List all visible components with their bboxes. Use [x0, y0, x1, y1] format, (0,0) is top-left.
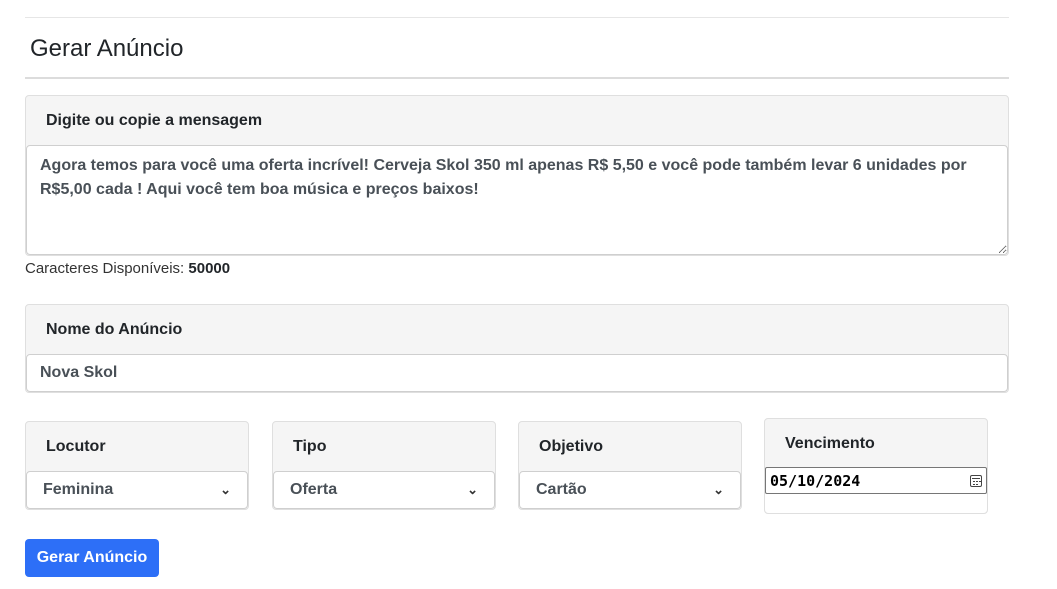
characters-available-label: Caracteres Disponíveis:	[25, 260, 185, 277]
vencimento-date-input[interactable]: 05/10/2024	[765, 467, 987, 494]
objetivo-select[interactable]: Cartão ⌄	[519, 471, 741, 509]
ad-name-header: Nome do Anúncio	[46, 321, 183, 338]
message-header: Digite ou copie a mensagem	[46, 112, 263, 129]
characters-available: Caracteres Disponíveis: 50000	[25, 260, 230, 277]
chevron-down-icon: ⌄	[467, 482, 478, 497]
objetivo-card: Objetivo Cartão ⌄	[518, 421, 742, 510]
characters-available-value: 50000	[188, 260, 231, 277]
objetivo-header: Objetivo	[539, 438, 604, 455]
vencimento-header: Vencimento	[785, 435, 875, 452]
objetivo-selected-value: Cartão	[536, 481, 587, 498]
tipo-select[interactable]: Oferta ⌄	[273, 471, 495, 509]
tipo-card: Tipo Oferta ⌄	[272, 421, 496, 510]
locutor-selected-value: Feminina	[43, 481, 114, 498]
tipo-header: Tipo	[293, 438, 327, 455]
vencimento-card: Vencimento 05/10/2024	[764, 418, 988, 514]
chevron-down-icon: ⌄	[220, 482, 231, 497]
ad-name-card: Nome do Anúncio	[25, 304, 1009, 393]
tipo-selected-value: Oferta	[290, 481, 338, 498]
calendar-icon[interactable]	[970, 474, 982, 487]
vencimento-date-value: 05/10/2024	[770, 471, 861, 490]
chevron-down-icon: ⌄	[713, 482, 724, 497]
gerar-anuncio-button[interactable]: Gerar Anúncio	[25, 539, 159, 577]
locutor-header: Locutor	[46, 438, 106, 455]
locutor-select[interactable]: Feminina ⌄	[26, 471, 248, 509]
vencimento-body: 05/10/2024	[765, 467, 987, 513]
page-title: Gerar Anúncio	[30, 35, 184, 62]
top-divider	[25, 17, 1009, 18]
message-textarea[interactable]: Agora temos para você uma oferta incríve…	[26, 145, 1008, 255]
locutor-card: Locutor Feminina ⌄	[25, 421, 249, 510]
ad-name-input[interactable]	[26, 354, 1008, 392]
message-card: Digite ou copie a mensagem Agora temos p…	[25, 95, 1009, 256]
title-divider	[25, 77, 1009, 79]
